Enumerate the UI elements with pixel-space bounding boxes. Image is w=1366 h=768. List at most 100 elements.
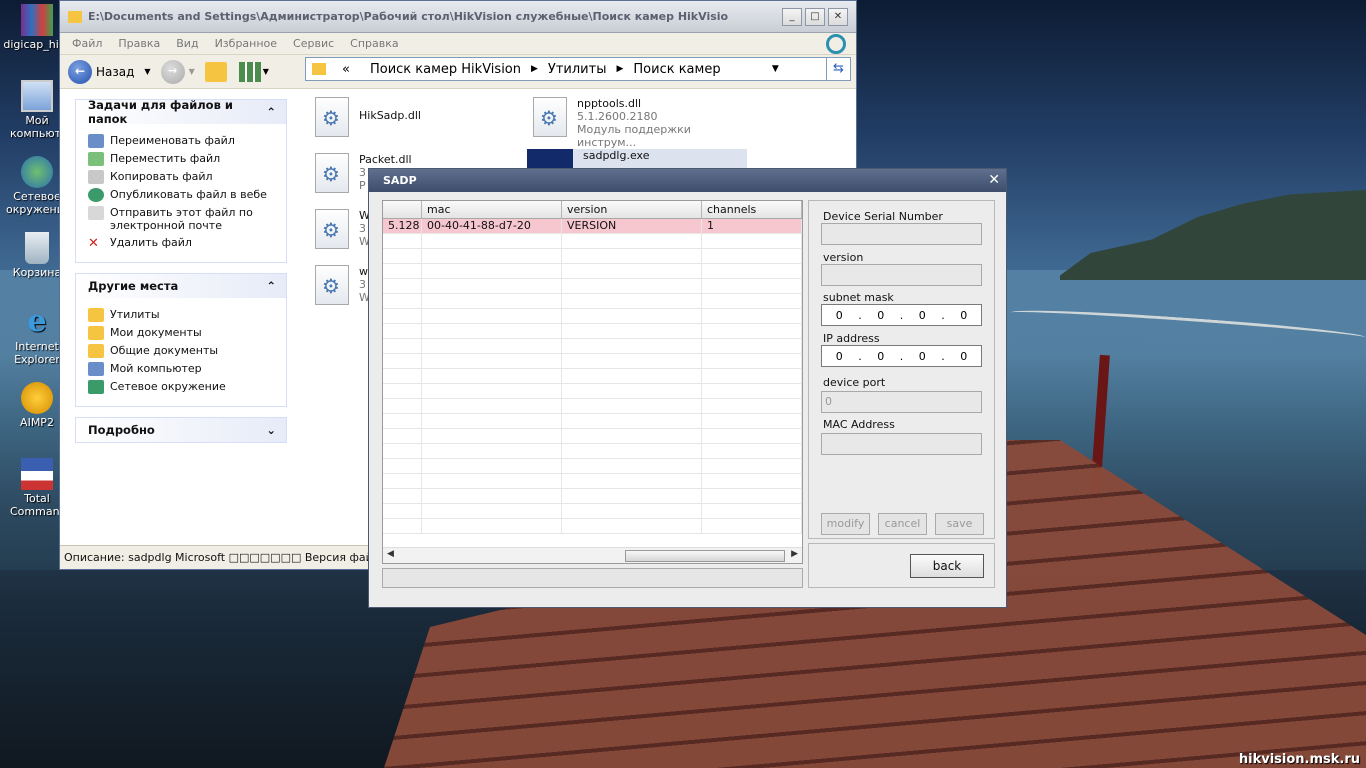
table-cell — [562, 489, 702, 503]
task-delete[interactable]: ✕ Удалить файл — [88, 236, 280, 251]
horizontal-scrollbar[interactable]: ◀ ▶ — [383, 547, 802, 563]
table-cell — [562, 474, 702, 488]
menu-file[interactable]: Файл — [64, 37, 110, 50]
table-cell — [702, 339, 802, 353]
place-utilities[interactable]: Утилиты — [88, 308, 280, 322]
address-segment[interactable]: Поиск камер HikVision — [360, 62, 531, 77]
scroll-right-icon[interactable]: ▶ — [791, 549, 798, 559]
table-cell — [422, 309, 562, 323]
maximize-button[interactable]: □ — [805, 7, 825, 26]
file-item-selected[interactable]: sadpdlg.exe — [527, 149, 747, 169]
refresh-button[interactable]: ⇆ — [826, 58, 850, 80]
table-cell — [383, 459, 422, 473]
table-row-empty — [383, 384, 802, 399]
menu-view[interactable]: Вид — [168, 37, 206, 50]
ip-address-input[interactable]: 0. 0. 0. 0 — [821, 345, 982, 367]
dll-icon — [315, 153, 349, 193]
table-cell — [702, 249, 802, 263]
table-cell — [562, 339, 702, 353]
sadp-titlebar[interactable]: SADP — [369, 169, 1006, 192]
recycle-bin-icon — [25, 232, 49, 264]
menu-edit[interactable]: Правка — [110, 37, 168, 50]
address-bar[interactable]: « Поиск камер HikVision ▶ Утилиты ▶ Поис… — [305, 57, 851, 81]
table-row-empty — [383, 489, 802, 504]
scroll-left-icon[interactable]: ◀ — [387, 549, 394, 559]
chevron-down-icon[interactable]: ▼ — [772, 64, 779, 74]
version-label: version — [823, 251, 864, 264]
column-header-channels[interactable]: channels — [702, 201, 802, 218]
task-rename[interactable]: Переименовать файл — [88, 134, 280, 148]
column-header[interactable] — [383, 201, 422, 218]
device-settings-panel: Device Serial Number version subnet mask… — [808, 200, 995, 539]
back-button[interactable]: ← Назад ▼ — [68, 59, 151, 84]
menu-tools[interactable]: Сервис — [285, 37, 342, 50]
table-row-empty — [383, 444, 802, 459]
explorer-titlebar[interactable]: E:\Documents and Settings\Администратор\… — [60, 1, 856, 33]
panel-header[interactable]: Подробно ⌄ — [76, 418, 286, 442]
table-cell — [562, 309, 702, 323]
column-header-version[interactable]: version — [562, 201, 702, 218]
cliff-background — [1060, 190, 1366, 280]
menu-help[interactable]: Справка — [342, 37, 406, 50]
table-cell — [383, 414, 422, 428]
collapse-icon[interactable]: ⌃ — [266, 279, 276, 293]
views-icon[interactable] — [238, 61, 261, 82]
table-cell — [702, 414, 802, 428]
place-shared-documents[interactable]: Общие документы — [88, 344, 280, 358]
address-segment[interactable]: Утилиты — [538, 62, 617, 77]
copy-icon — [88, 170, 104, 184]
folder-icon — [88, 308, 104, 322]
place-network[interactable]: Сетевое окружение — [88, 380, 280, 394]
place-my-documents[interactable]: Мои документы — [88, 326, 280, 340]
modify-button[interactable]: modify — [821, 513, 870, 535]
table-cell — [422, 399, 562, 413]
table-cell — [383, 369, 422, 383]
chevron-down-icon: ▼ — [262, 67, 269, 76]
task-move[interactable]: Переместить файл — [88, 152, 280, 166]
collapse-icon[interactable]: ⌃ — [266, 105, 276, 119]
mac-label: MAC Address — [823, 418, 895, 431]
table-cell — [422, 444, 562, 458]
task-email[interactable]: Отправить этот файл по электронной почте — [88, 206, 280, 232]
task-copy[interactable]: Копировать файл — [88, 170, 280, 184]
table-row-empty — [383, 504, 802, 519]
forward-button[interactable]: → — [160, 59, 185, 84]
address-segment[interactable]: Поиск камер — [623, 62, 730, 77]
table-row-empty — [383, 474, 802, 489]
back-button[interactable]: back — [910, 554, 984, 578]
ip-label: IP address — [823, 332, 880, 345]
window-title: E:\Documents and Settings\Администратор\… — [88, 10, 728, 23]
task-publish[interactable]: Опубликовать файл в вебе — [88, 188, 280, 202]
column-header-mac[interactable]: mac — [422, 201, 562, 218]
scroll-thumb[interactable] — [625, 550, 785, 562]
device-port-field: 0 — [821, 391, 982, 413]
expand-icon[interactable]: ⌄ — [266, 423, 276, 437]
table-cell — [702, 294, 802, 308]
table-cell — [383, 264, 422, 278]
table-row[interactable]: 5.128 00-40-41-88-d7-20 VERSION 1 — [383, 219, 802, 234]
mac-address-field — [821, 433, 982, 455]
subnet-mask-input[interactable]: 0. 0. 0. 0 — [821, 304, 982, 326]
close-icon[interactable]: ✕ — [988, 172, 1000, 188]
table-cell — [383, 429, 422, 443]
table-cell — [562, 459, 702, 473]
table-cell — [422, 294, 562, 308]
file-item[interactable]: npptools.dll5.1.2600.2180Модуль поддержк… — [533, 97, 753, 149]
cancel-button[interactable]: cancel — [878, 513, 927, 535]
sadp-dialog: SADP ✕ mac version channels 5.128 00-40-… — [368, 168, 1007, 608]
panel-header[interactable]: Другие места ⌃ — [76, 274, 286, 298]
folder-up-icon[interactable] — [204, 61, 227, 82]
menu-favorites[interactable]: Избранное — [207, 37, 285, 50]
table-cell — [702, 459, 802, 473]
close-button[interactable]: ✕ — [828, 7, 848, 26]
table-cell — [422, 369, 562, 383]
save-button[interactable]: save — [935, 513, 984, 535]
globe-icon — [88, 188, 104, 202]
table-cell — [422, 414, 562, 428]
table-row-empty — [383, 294, 802, 309]
minimize-button[interactable]: _ — [782, 7, 802, 26]
panel-header[interactable]: Задачи для файлов и папок ⌃ — [76, 98, 286, 126]
file-item[interactable]: HikSadp.dll — [315, 97, 535, 137]
place-my-computer[interactable]: Мой компьютер — [88, 362, 280, 376]
table-row-empty — [383, 309, 802, 324]
